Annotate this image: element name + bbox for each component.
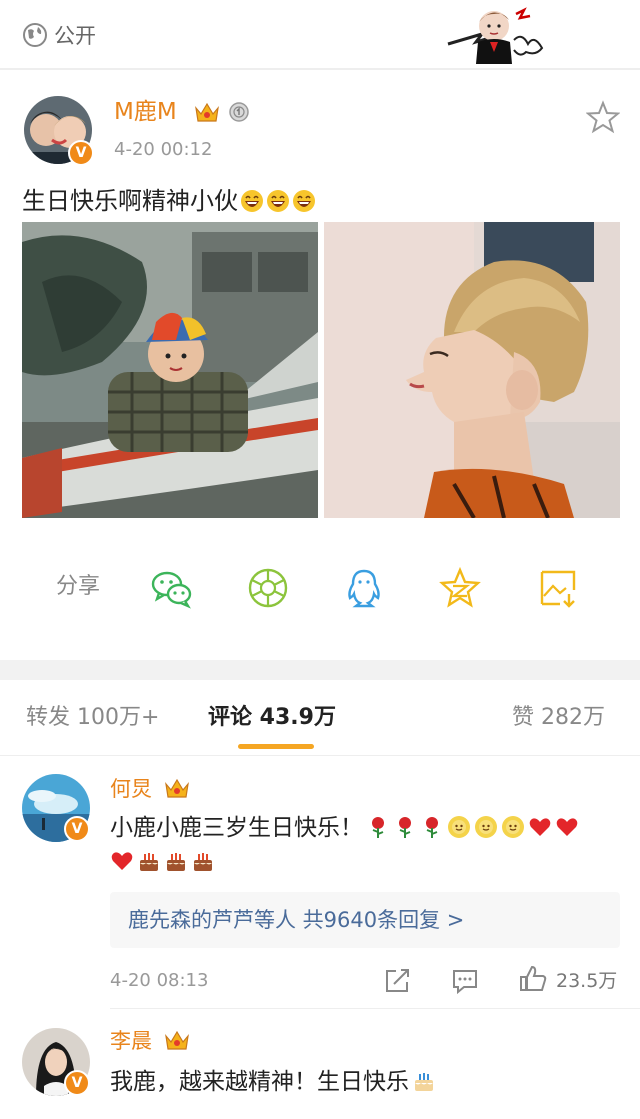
crown-icon xyxy=(165,778,189,798)
moments-icon[interactable] xyxy=(246,566,290,610)
qq-icon[interactable] xyxy=(342,566,386,610)
verified-badge: V xyxy=(64,1070,90,1096)
comment-text: 我鹿，越来越精神！生日快乐 xyxy=(110,1066,436,1098)
comment-text-content: 小鹿小鹿三岁生日快乐！ xyxy=(110,815,363,841)
section-divider xyxy=(0,660,640,680)
cake-icon xyxy=(140,853,158,871)
comment-item: V 何炅 小鹿小鹿三岁生日快乐！ 鹿先森的芦芦等人 共9640条回复 > 4-2… xyxy=(0,756,640,1010)
comment-text: 小鹿小鹿三岁生日快乐！ xyxy=(110,812,579,844)
qzone-icon[interactable] xyxy=(438,566,482,610)
tab-repost[interactable]: 转发 100万+ xyxy=(26,702,159,734)
interaction-tabs: 转发 100万+ 评论 43.9万 赞 282万 xyxy=(0,680,640,756)
childhood-airplane-photo[interactable] xyxy=(22,222,318,518)
comment-separator xyxy=(110,1008,640,1009)
active-tab-indicator xyxy=(238,744,314,749)
cake-icon xyxy=(167,853,185,871)
post-header: V M鹿M 4-20 00:12 xyxy=(0,90,640,170)
rose-icon xyxy=(426,817,438,838)
tab-comments[interactable]: 评论 43.9万 xyxy=(208,702,336,734)
blond-profile-photo[interactable] xyxy=(324,222,620,518)
save-image-icon[interactable] xyxy=(536,566,580,610)
sun-flower-icon xyxy=(448,816,470,838)
verified-badge: V xyxy=(68,140,94,166)
medal-icon xyxy=(229,102,249,122)
laughing-emoji-icon xyxy=(241,190,263,212)
rose-icon xyxy=(399,817,411,838)
laughing-emoji-icon xyxy=(267,190,289,212)
reply-summary[interactable]: 鹿先森的芦芦等人 共9640条回复 > xyxy=(110,892,620,948)
heart-icon xyxy=(111,852,133,870)
like-thumb-icon[interactable] xyxy=(518,964,548,994)
sun-flower-icon xyxy=(475,816,497,838)
sun-flower-icon xyxy=(502,816,524,838)
author-username[interactable]: M鹿M xyxy=(114,96,177,128)
post-text: 生日快乐啊精神小伙 xyxy=(22,184,316,218)
crown-icon xyxy=(195,102,219,122)
comment-item: V 李晨 我鹿，越来越精神！生日快乐 xyxy=(0,1010,640,1119)
comment-like-count: 23.5万 xyxy=(556,970,618,992)
tab-likes[interactable]: 赞 282万 xyxy=(512,702,605,734)
commenter-name[interactable]: 李晨 xyxy=(110,1026,152,1056)
cake-icon xyxy=(415,1073,433,1091)
heart-icon xyxy=(529,818,551,836)
comment-text-line2 xyxy=(110,846,215,878)
reply-comment-icon[interactable] xyxy=(450,966,480,996)
post-text-content: 生日快乐啊精神小伙 xyxy=(22,187,238,215)
globe-icon xyxy=(23,23,47,47)
visibility-label[interactable]: 公开 xyxy=(54,22,96,50)
rose-icon xyxy=(372,817,384,838)
heart-icon xyxy=(556,818,578,836)
favorite-star-icon[interactable] xyxy=(586,100,620,134)
wechat-icon[interactable] xyxy=(150,566,194,610)
verified-badge: V xyxy=(64,816,90,842)
profile-sticker xyxy=(447,7,544,64)
comment-text-content: 我鹿，越来越精神！生日快乐 xyxy=(110,1069,409,1095)
share-row: 分享 xyxy=(0,558,640,618)
comment-time: 4-20 08:13 xyxy=(110,970,209,991)
post-time: 4-20 00:12 xyxy=(114,139,213,160)
share-label: 分享 xyxy=(56,574,101,599)
top-bar: 公开 xyxy=(0,0,640,70)
cake-icon xyxy=(194,853,212,871)
laughing-emoji-icon xyxy=(293,190,315,212)
reply-summary-text[interactable]: 鹿先森的芦芦等人 共9640条回复 > xyxy=(128,904,464,936)
commenter-name[interactable]: 何炅 xyxy=(110,774,152,804)
share-comment-icon[interactable] xyxy=(382,966,412,996)
crown-icon xyxy=(165,1030,189,1050)
